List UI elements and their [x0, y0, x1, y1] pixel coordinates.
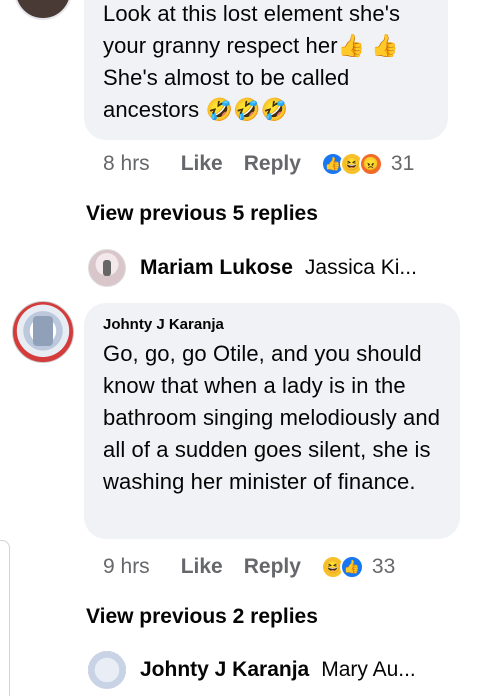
- reply-snippet[interactable]: Jassica Ki...: [305, 256, 417, 280]
- like-button[interactable]: Like: [181, 555, 223, 579]
- avatar-emblem: [33, 316, 53, 346]
- comment-actions: 9 hrs Like Reply 😆 👍 33: [103, 552, 395, 582]
- angry-reaction-icon: 😠: [358, 152, 383, 176]
- comment-timestamp[interactable]: 9 hrs: [103, 555, 150, 579]
- commenter-avatar[interactable]: [12, 301, 74, 363]
- comment-text: Look at this lost element she's your gra…: [103, 1, 407, 122]
- reply-avatar[interactable]: [88, 249, 126, 287]
- reply-button[interactable]: Reply: [244, 555, 301, 579]
- reply-snippet[interactable]: Mary Au...: [321, 658, 416, 682]
- reply-button[interactable]: Reply: [244, 152, 301, 176]
- reaction-count[interactable]: 33: [372, 555, 395, 579]
- like-button[interactable]: Like: [181, 152, 223, 176]
- comment-actions: 8 hrs Like Reply 👍 😆 😠 31: [103, 149, 414, 179]
- view-previous-replies[interactable]: View previous 2 replies: [86, 605, 318, 629]
- reaction-summary[interactable]: 😆 👍: [320, 555, 364, 579]
- reaction-summary[interactable]: 👍 😆 😠: [320, 152, 383, 176]
- reply-avatar[interactable]: [88, 651, 126, 689]
- thread-connector-line: [0, 540, 10, 696]
- comment-author[interactable]: Johnty J Karanja: [103, 316, 224, 333]
- view-previous-replies[interactable]: View previous 5 replies: [86, 202, 318, 226]
- reply-preview[interactable]: Mariam Lukose Jassica Ki...: [88, 248, 417, 288]
- reply-author[interactable]: Mariam Lukose: [140, 256, 293, 280]
- like-reaction-icon: 👍: [339, 555, 364, 579]
- reply-preview[interactable]: Johnty J Karanja Mary Au...: [88, 650, 416, 690]
- reaction-count[interactable]: 31: [391, 152, 414, 176]
- commenter-avatar[interactable]: [14, 0, 72, 20]
- comment-text: Go, go, go Otile, and you should know th…: [103, 341, 447, 494]
- reply-author[interactable]: Johnty J Karanja: [140, 658, 309, 682]
- comment-timestamp[interactable]: 8 hrs: [103, 152, 150, 176]
